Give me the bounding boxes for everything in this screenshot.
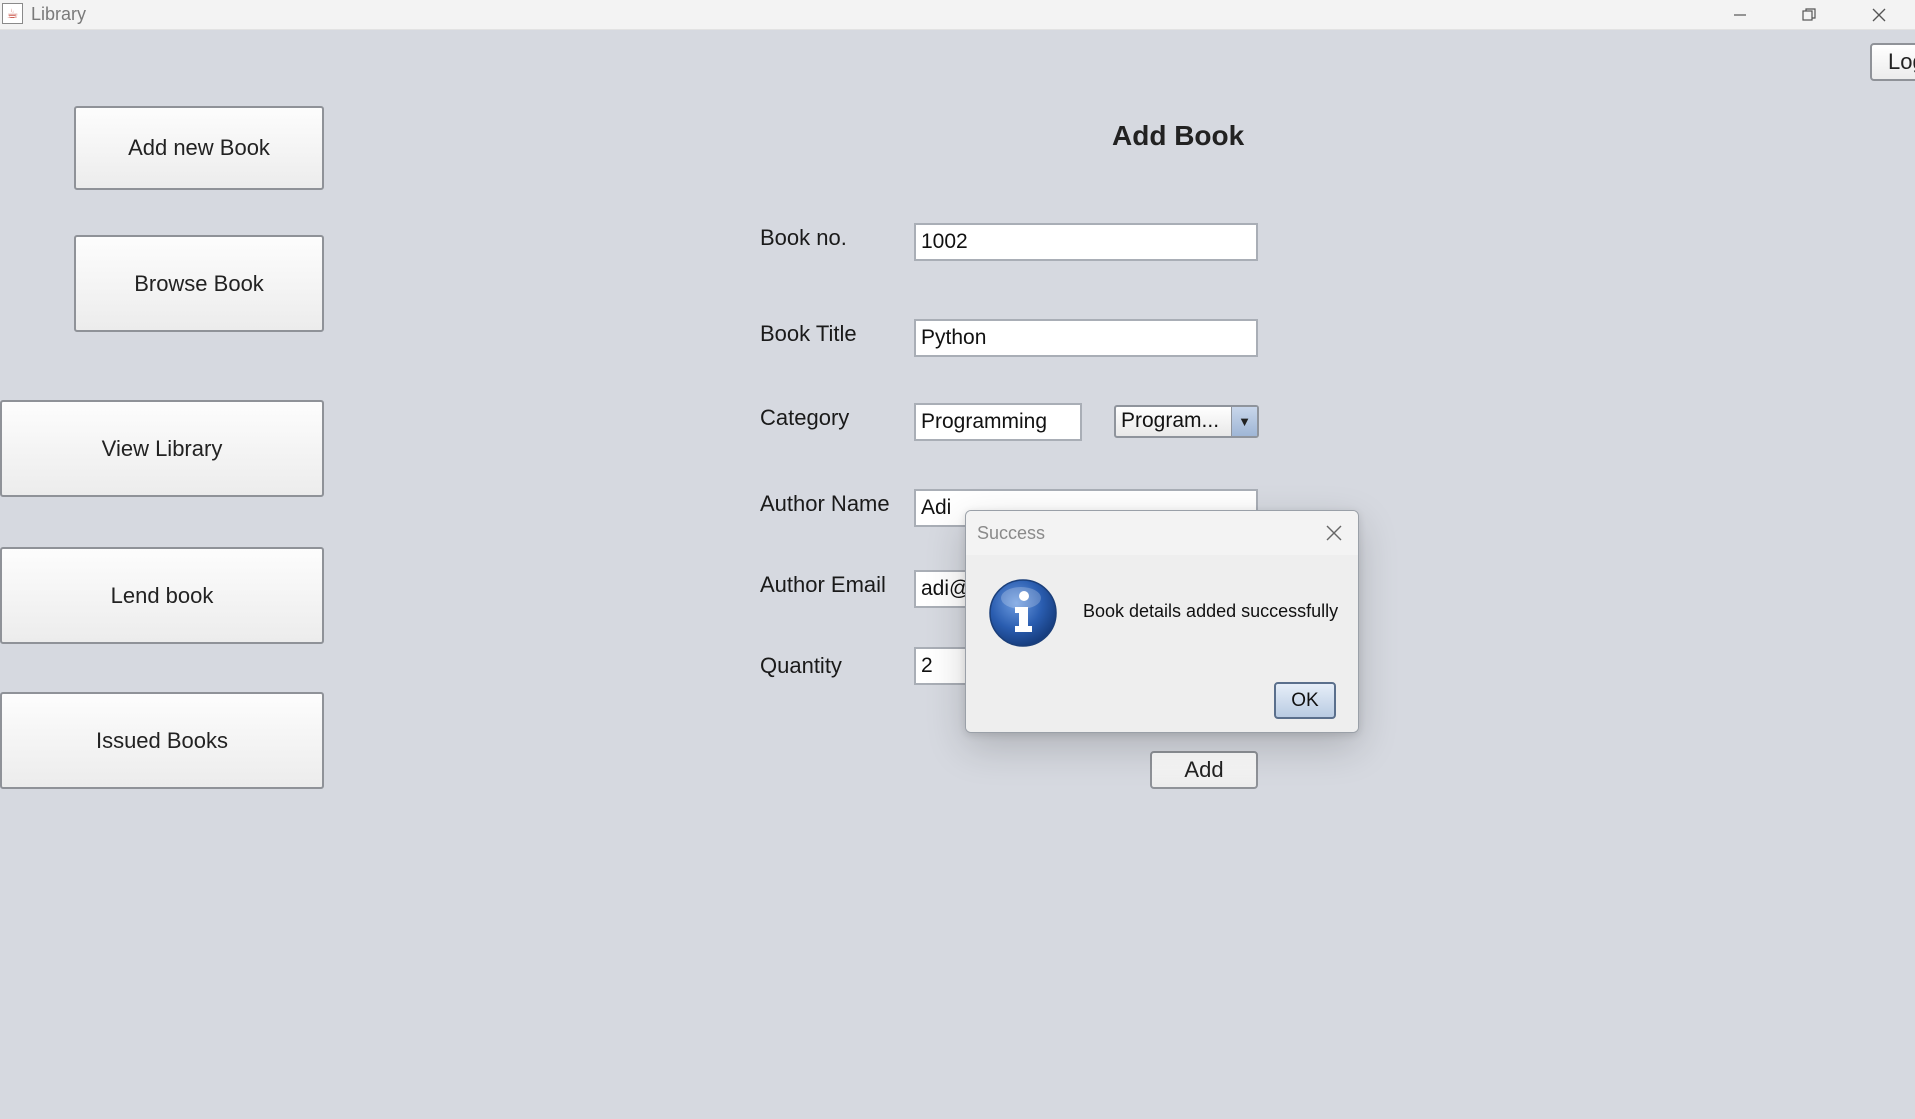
author-name-label: Author Name bbox=[760, 491, 890, 516]
author-email-label: Author Email bbox=[760, 572, 886, 597]
add-new-book-button[interactable]: Add new Book bbox=[74, 106, 324, 190]
category-field[interactable]: Programming bbox=[914, 403, 1082, 441]
category-label: Category bbox=[760, 405, 850, 430]
book-no-label: Book no. bbox=[760, 225, 847, 250]
logout-button[interactable]: Log bbox=[1870, 43, 1915, 81]
window-title: Library bbox=[31, 4, 87, 24]
dialog-title: Success bbox=[977, 523, 1046, 543]
minimize-icon[interactable] bbox=[1706, 0, 1774, 30]
add-button[interactable]: Add bbox=[1150, 751, 1258, 789]
dialog-body: Book details added successfully OK bbox=[966, 555, 1358, 732]
close-icon[interactable] bbox=[1323, 522, 1345, 544]
info-icon bbox=[988, 578, 1058, 648]
quantity-label: Quantity bbox=[760, 653, 842, 678]
view-library-button[interactable]: View Library bbox=[0, 400, 324, 497]
maximize-icon[interactable] bbox=[1775, 0, 1843, 30]
dialog-titlebar: Success bbox=[966, 511, 1358, 555]
ok-button[interactable]: OK bbox=[1274, 682, 1336, 719]
category-dropdown[interactable]: Program... ▼ bbox=[1114, 405, 1259, 438]
book-title-field[interactable]: Python bbox=[914, 319, 1258, 357]
book-no-field[interactable]: 1002 bbox=[914, 223, 1258, 261]
issued-books-button[interactable]: Issued Books bbox=[0, 692, 324, 789]
chevron-down-icon[interactable]: ▼ bbox=[1231, 407, 1257, 436]
success-dialog: Success Book details added successfully … bbox=[965, 510, 1359, 733]
dialog-message: Book details added successfully bbox=[1083, 601, 1339, 621]
window-titlebar: ☕ Library bbox=[0, 0, 1915, 30]
category-dropdown-value: Program... bbox=[1121, 409, 1220, 432]
page-title: Add Book bbox=[1112, 120, 1245, 151]
close-icon[interactable] bbox=[1845, 0, 1913, 30]
browse-book-button[interactable]: Browse Book bbox=[74, 235, 324, 332]
java-cup-icon: ☕ bbox=[2, 3, 23, 24]
lend-book-button[interactable]: Lend book bbox=[0, 547, 324, 644]
book-title-label: Book Title bbox=[760, 321, 857, 346]
